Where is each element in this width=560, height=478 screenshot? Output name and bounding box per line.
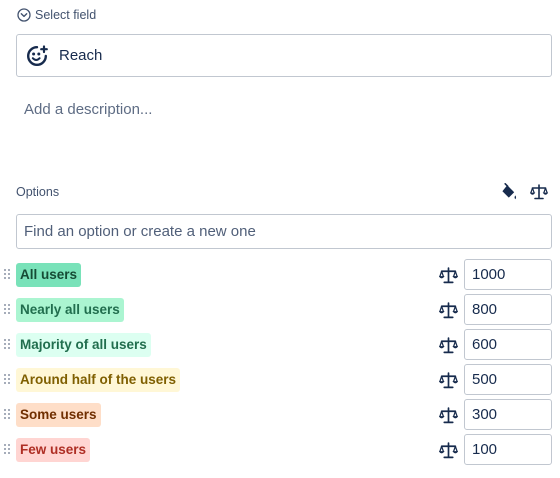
option-row: Few users 100 (0, 434, 560, 467)
scale-icon[interactable] (529, 182, 549, 202)
weight-input[interactable]: 500 (464, 364, 552, 395)
field-name-input[interactable]: Reach (16, 34, 552, 77)
option-label[interactable]: All users (16, 263, 82, 287)
weight-input[interactable]: 100 (464, 434, 552, 465)
option-row: Nearly all users 800 (0, 294, 560, 327)
scale-icon[interactable] (439, 441, 458, 460)
select-field-button[interactable]: Select field (17, 8, 96, 22)
option-label[interactable]: Around half of the users (16, 368, 181, 392)
weight-value: 300 (472, 406, 498, 423)
options-heading: Options (16, 185, 60, 199)
scale-icon[interactable] (439, 301, 458, 320)
scale-icon[interactable] (439, 406, 458, 425)
option-label[interactable]: Some users (16, 403, 101, 427)
drag-handle-icon[interactable] (4, 409, 10, 421)
weight-value: 500 (472, 371, 498, 388)
weight-input[interactable]: 600 (464, 329, 552, 360)
weight-value: 800 (472, 301, 498, 318)
scale-icon[interactable] (439, 336, 458, 355)
smiley-icon[interactable] (25, 44, 49, 68)
drag-handle-icon[interactable] (4, 339, 10, 351)
drag-handle-icon[interactable] (4, 374, 10, 386)
weight-value: 600 (472, 336, 498, 353)
option-row: Around half of the users 500 (0, 364, 560, 397)
paint-bucket-icon[interactable] (499, 182, 519, 202)
drag-handle-icon[interactable] (4, 444, 10, 456)
scale-icon[interactable] (439, 266, 458, 285)
weight-value: 1000 (472, 266, 506, 283)
option-row: Majority of all users 600 (0, 329, 560, 362)
weight-value: 100 (472, 441, 498, 458)
option-label[interactable]: Few users (16, 438, 91, 462)
weight-input[interactable]: 1000 (464, 259, 552, 290)
weight-input[interactable]: 300 (464, 399, 552, 430)
drag-handle-icon[interactable] (4, 269, 10, 281)
chevron-down-circle-icon (17, 8, 31, 22)
option-label[interactable]: Majority of all users (16, 333, 151, 357)
option-row: All users 1000 (0, 259, 560, 292)
option-label[interactable]: Nearly all users (16, 298, 124, 322)
option-row: Some users 300 (0, 399, 560, 432)
option-search-field[interactable] (16, 214, 552, 249)
select-field-label: Select field (35, 8, 97, 22)
scale-icon[interactable] (439, 371, 458, 390)
weight-input[interactable]: 800 (464, 294, 552, 325)
field-name-value: Reach (59, 47, 103, 64)
drag-handle-icon[interactable] (4, 304, 10, 316)
option-search-input[interactable] (24, 223, 551, 240)
description-field[interactable]: Add a description... (24, 101, 152, 118)
